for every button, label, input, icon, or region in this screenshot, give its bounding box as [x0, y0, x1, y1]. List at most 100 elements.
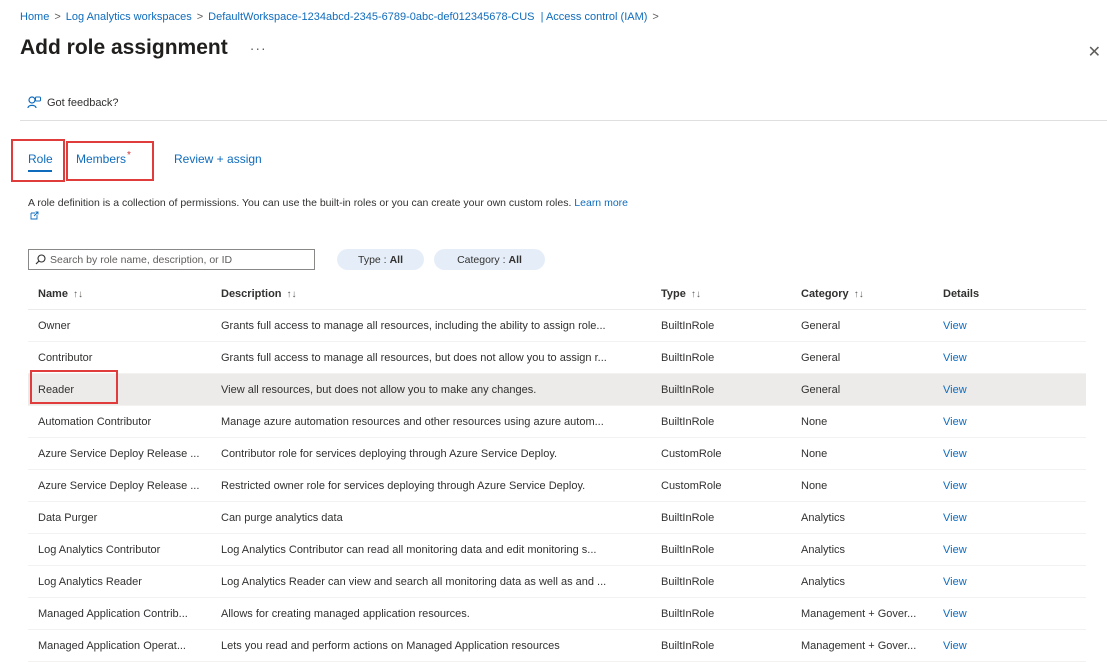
- highlight-box-members-tab: [66, 141, 154, 181]
- table-row-selected[interactable]: Reader View all resources, but does not …: [28, 374, 1086, 406]
- role-description-cell: Restricted owner role for services deplo…: [221, 479, 586, 492]
- divider: [20, 120, 1107, 121]
- role-category: General: [801, 319, 841, 332]
- role-category: None: [801, 415, 828, 428]
- table-row[interactable]: Contributor Grants full access to manage…: [28, 342, 1086, 374]
- column-header-category-label: Category: [801, 288, 849, 300]
- category-filter-value: All: [508, 253, 522, 266]
- role-name: Log Analytics Reader: [38, 575, 142, 588]
- table-row[interactable]: Log Analytics Contributor Log Analytics …: [28, 534, 1086, 566]
- role-name: Data Purger: [38, 511, 98, 524]
- breadcrumb-workspace[interactable]: DefaultWorkspace-1234abcd-2345-6789-0abc…: [208, 11, 534, 23]
- breadcrumb-separator: >: [196, 11, 204, 23]
- role-category: None: [801, 447, 828, 460]
- breadcrumb-access-control[interactable]: | Access control (IAM): [541, 11, 648, 23]
- role-type: BuiltInRole: [661, 351, 715, 364]
- table-row[interactable]: Owner Grants full access to manage all r…: [28, 310, 1086, 342]
- more-options-button[interactable]: ···: [250, 40, 267, 56]
- breadcrumb-log-analytics-workspaces[interactable]: Log Analytics workspaces: [66, 11, 192, 23]
- category-filter[interactable]: Category : All: [434, 249, 545, 270]
- role-type: BuiltInRole: [661, 543, 715, 556]
- search-input[interactable]: [50, 253, 300, 266]
- role-type: BuiltInRole: [661, 319, 715, 332]
- search-icon: [35, 254, 46, 265]
- role-description-cell: Log Analytics Contributor can read all m…: [221, 543, 597, 556]
- search-box: [28, 249, 315, 270]
- column-header-type[interactable]: Type ↑↓: [651, 288, 791, 300]
- column-header-category[interactable]: Category ↑↓: [791, 288, 933, 300]
- role-description: A role definition is a collection of per…: [28, 196, 628, 224]
- role-description-cell: Lets you read and perform actions on Man…: [221, 639, 560, 652]
- column-header-name[interactable]: Name ↑↓: [28, 288, 211, 300]
- sort-icon: ↑↓: [72, 289, 83, 300]
- close-icon[interactable]: ✕: [1088, 42, 1101, 62]
- table-row[interactable]: Data Purger Can purge analytics data Bui…: [28, 502, 1086, 534]
- breadcrumb-separator: >: [652, 11, 659, 23]
- table-row[interactable]: Automation Contributor Manage azure auto…: [28, 406, 1086, 438]
- role-name: Managed Application Contrib...: [38, 607, 188, 620]
- role-name: Owner: [38, 319, 71, 332]
- breadcrumb-home[interactable]: Home: [20, 11, 49, 23]
- sort-icon: ↑↓: [853, 289, 864, 300]
- role-description-cell: Grants full access to manage all resourc…: [221, 351, 607, 364]
- role-category: General: [801, 383, 841, 396]
- role-name: Azure Service Deploy Release ...: [38, 479, 200, 492]
- type-filter-value: All: [389, 253, 404, 266]
- role-category: General: [801, 351, 841, 364]
- feedback-icon: [27, 96, 41, 109]
- role-category: Management + Gover...: [801, 639, 917, 652]
- role-description-cell: Allows for creating managed application …: [221, 607, 470, 620]
- role-category: Analytics: [801, 511, 846, 524]
- column-header-description-label: Description: [221, 288, 282, 300]
- feedback-button[interactable]: Got feedback?: [27, 96, 119, 109]
- view-details-link[interactable]: View: [933, 448, 1086, 460]
- tab-review-assign[interactable]: Review + assign: [174, 152, 262, 166]
- learn-more-label: Learn more: [574, 197, 628, 209]
- role-description-cell: Grants full access to manage all resourc…: [221, 319, 606, 332]
- role-category: None: [801, 479, 828, 492]
- role-name: Contributor: [38, 351, 93, 364]
- role-category: Analytics: [801, 543, 846, 556]
- role-name: Managed Application Operat...: [38, 639, 186, 652]
- view-details-link[interactable]: View: [933, 640, 1086, 652]
- table-row[interactable]: Azure Service Deploy Release ... Restric…: [28, 470, 1086, 502]
- table-row[interactable]: Azure Service Deploy Release ... Contrib…: [28, 438, 1086, 470]
- column-header-details: Details: [943, 288, 980, 300]
- view-details-link[interactable]: View: [933, 320, 1086, 332]
- highlight-box-reader-row: [30, 370, 118, 404]
- column-header-name-label: Name: [38, 288, 68, 300]
- table-row[interactable]: Managed Application Contrib... Allows fo…: [28, 598, 1086, 630]
- roles-table: Name ↑↓ Description ↑↓ Type ↑↓ Category ↑↓ D…: [28, 279, 1086, 662]
- category-filter-label: Category :: [457, 253, 506, 266]
- view-details-link[interactable]: View: [933, 480, 1086, 492]
- role-name: Automation Contributor: [38, 415, 152, 428]
- role-type: CustomRole: [661, 479, 722, 492]
- role-category: Management + Gover...: [801, 607, 917, 620]
- view-details-link[interactable]: View: [933, 352, 1086, 364]
- view-details-link[interactable]: View: [933, 512, 1086, 524]
- table-row[interactable]: Managed Application Operat... Lets you r…: [28, 630, 1086, 662]
- role-type: BuiltInRole: [661, 511, 715, 524]
- breadcrumb: Home > Log Analytics workspaces > DefaultWor…: [20, 11, 664, 23]
- table-row[interactable]: Log Analytics Reader Log Analytics Reade…: [28, 566, 1086, 598]
- role-name: Azure Service Deploy Release ...: [38, 447, 200, 460]
- role-description-text: A role definition is a collection of per…: [28, 197, 572, 209]
- view-details-link[interactable]: View: [933, 384, 1086, 396]
- view-details-link[interactable]: View: [933, 416, 1086, 428]
- view-details-link[interactable]: View: [933, 608, 1086, 620]
- view-details-link[interactable]: View: [933, 576, 1086, 588]
- role-type: BuiltInRole: [661, 639, 715, 652]
- view-details-link[interactable]: View: [933, 544, 1086, 556]
- type-filter[interactable]: Type : All: [337, 249, 424, 270]
- role-name: Log Analytics Contributor: [38, 543, 161, 556]
- external-link-icon: [30, 211, 39, 220]
- breadcrumb-separator: >: [54, 11, 61, 23]
- highlight-box-role-tab: [11, 139, 65, 182]
- column-header-description[interactable]: Description ↑↓: [211, 288, 651, 300]
- role-description-cell: View all resources, but does not allow y…: [221, 383, 537, 396]
- sort-icon: ↑↓: [690, 289, 701, 300]
- role-type: CustomRole: [661, 447, 722, 460]
- role-type: BuiltInRole: [661, 575, 715, 588]
- role-description-cell: Can purge analytics data: [221, 511, 343, 524]
- role-description-cell: Log Analytics Reader can view and search…: [221, 575, 607, 588]
